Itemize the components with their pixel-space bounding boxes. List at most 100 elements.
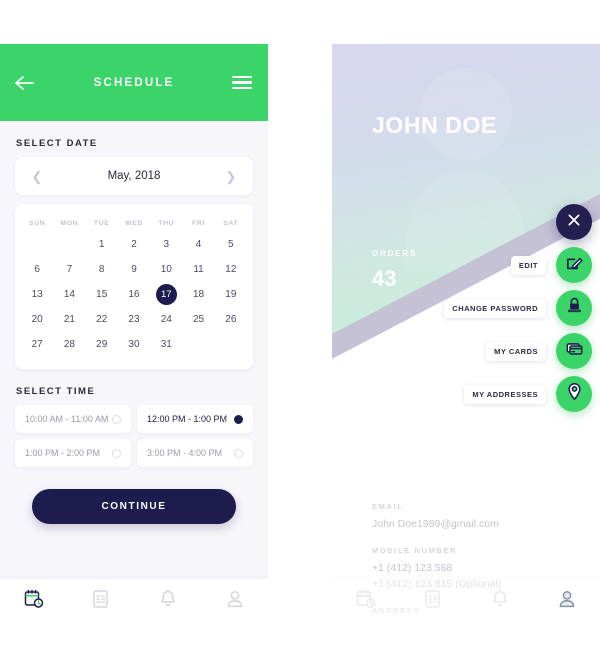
calendar-weekday-row: SUN MON TUE WED THU FRI SAT xyxy=(21,214,247,232)
calendar-day[interactable]: 12 xyxy=(215,257,247,282)
calendar-day[interactable]: 21 xyxy=(53,307,85,332)
calendar-day[interactable]: 15 xyxy=(86,282,118,307)
calendar-day[interactable]: 29 xyxy=(86,332,118,357)
chevron-left-icon[interactable]: ❮ xyxy=(31,170,43,183)
calendar-day[interactable]: 27 xyxy=(21,332,53,357)
field-label: MOBILE NUMBER xyxy=(372,546,457,555)
calendar-weekday: FRI xyxy=(192,219,206,227)
time-slot-option[interactable]: 3:00 PM - 4:00 PM xyxy=(137,439,253,467)
fab-label-change-password[interactable]: CHANGE PASSWORD xyxy=(444,298,546,318)
calendar-day[interactable]: 17 xyxy=(150,282,182,307)
calendar-day[interactable]: 31 xyxy=(150,332,182,357)
select-date-label: SELECT DATE xyxy=(16,138,98,149)
credit-card-icon xyxy=(565,339,584,363)
calendar: SUN MON TUE WED THU FRI SAT 1 2 3 4 5 6 7 8 9 10 11 12 13 1… xyxy=(15,204,253,369)
hamburger-icon[interactable] xyxy=(232,75,252,90)
time-slot-radio[interactable] xyxy=(234,448,243,458)
calendar-day[interactable]: 23 xyxy=(118,307,150,332)
calendar-day[interactable]: 26 xyxy=(215,307,247,332)
nav-item-person[interactable] xyxy=(533,589,600,614)
calendar-day[interactable]: 13 xyxy=(21,282,53,307)
field-value: +1 (412) 123 568 xyxy=(372,562,453,574)
time-slot-label: 12:00 PM - 1:00 PM xyxy=(147,414,228,424)
select-time-label: SELECT TIME xyxy=(16,386,96,397)
pencil-square-icon xyxy=(565,253,584,277)
time-slot-label: 1:00 PM - 2:00 PM xyxy=(25,448,101,458)
calendar-day[interactable]: 24 xyxy=(150,307,182,332)
bottom-nav xyxy=(0,579,268,623)
time-slot-radio[interactable] xyxy=(112,414,121,424)
app-header: SCHEDULE xyxy=(0,44,268,121)
calendar-day[interactable]: 11 xyxy=(182,257,214,282)
nav-item-calendar-clock[interactable] xyxy=(332,589,399,614)
calendar-day[interactable]: 14 xyxy=(53,282,85,307)
calendar-body: 1 2 3 4 5 6 7 8 9 10 11 12 13 14 15 16 17 18 19 20 21 22 23 24 2… xyxy=(21,232,247,357)
calendar-week-row: 20 21 22 23 24 25 26 xyxy=(21,307,247,332)
calendar-day[interactable]: 18 xyxy=(182,282,214,307)
bell-icon xyxy=(490,588,510,614)
fab-action-row: CHANGE PASSWORD xyxy=(444,290,592,326)
fab-button-my-cards[interactable] xyxy=(556,333,592,369)
fab-button-change-password[interactable] xyxy=(556,290,592,326)
schedule-screen: SCHEDULE SELECT DATE ❮ May, 2018 ❯ SUN MO… xyxy=(0,44,268,623)
calendar-day[interactable]: 6 xyxy=(21,257,53,282)
calendar-day[interactable]: 8 xyxy=(86,257,118,282)
calendar-day[interactable]: 19 xyxy=(215,282,247,307)
arrow-left-icon[interactable] xyxy=(14,73,36,93)
continue-button[interactable]: CONTINUE xyxy=(32,489,236,524)
calendar-clock-icon xyxy=(24,589,44,614)
calendar-day[interactable]: 5 xyxy=(215,232,247,257)
person-icon xyxy=(557,589,577,614)
month-selector: ❮ May, 2018 ❯ xyxy=(15,157,253,195)
time-slot-label: 10:00 AM - 11:00 AM xyxy=(25,414,109,424)
fab-label-my-cards[interactable]: MY CARDS xyxy=(486,341,546,361)
chevron-right-icon[interactable]: ❯ xyxy=(225,170,237,183)
time-slot-option[interactable]: 1:00 PM - 2:00 PM xyxy=(15,439,131,467)
time-slot-radio[interactable] xyxy=(112,448,121,458)
person-icon xyxy=(225,589,245,614)
close-x-icon xyxy=(567,213,581,232)
calendar-day[interactable]: 30 xyxy=(118,332,150,357)
calendar-day[interactable]: 1 xyxy=(86,232,118,257)
calendar-day[interactable]: 10 xyxy=(150,257,182,282)
page-title: SCHEDULE xyxy=(93,76,175,89)
fab-button-my-addresses[interactable] xyxy=(556,376,592,412)
time-slot-option[interactable]: 12:00 PM - 1:00 PM xyxy=(137,405,253,433)
nav-item-bell[interactable] xyxy=(134,588,201,614)
time-slot-radio[interactable] xyxy=(234,414,243,424)
lock-keypad-icon xyxy=(565,296,584,320)
calendar-day[interactable]: 28 xyxy=(53,332,85,357)
calendar-day[interactable]: 22 xyxy=(86,307,118,332)
calendar-weekday: THU xyxy=(158,219,175,227)
fab-button-edit[interactable] xyxy=(556,247,592,283)
calendar-day[interactable]: 7 xyxy=(53,257,85,282)
fab-action-row: MY CARDS xyxy=(486,333,592,369)
close-fab-button[interactable] xyxy=(556,204,592,240)
fab-label-edit[interactable]: EDIT xyxy=(510,255,546,275)
fab-label-my-addresses[interactable]: MY ADDRESSES xyxy=(464,384,546,404)
calendar-day[interactable]: 3 xyxy=(150,232,182,257)
calendar-day[interactable]: 2 xyxy=(118,232,150,257)
calendar-week-row: 12345 xyxy=(21,232,247,257)
calendar-day[interactable]: 20 xyxy=(21,307,53,332)
calendar-week-row: 6 7 8 9 10 11 12 xyxy=(21,257,247,282)
calendar-day[interactable]: 4 xyxy=(182,232,214,257)
calendar-day[interactable]: 9 xyxy=(118,257,150,282)
calendar-day-empty xyxy=(182,332,214,357)
bell-icon xyxy=(158,588,178,614)
calendar-weekday: SUN xyxy=(28,219,46,227)
calendar-day-selected[interactable]: 17 xyxy=(155,284,177,305)
nav-item-bell[interactable] xyxy=(466,588,533,614)
calendar-day-empty xyxy=(53,232,85,257)
nav-item-document-list[interactable] xyxy=(399,589,466,614)
calendar-day-empty xyxy=(21,232,53,257)
calendar-day[interactable]: 16 xyxy=(118,282,150,307)
time-slot-label: 3:00 PM - 4:00 PM xyxy=(147,448,223,458)
nav-item-person[interactable] xyxy=(201,589,268,614)
nav-item-calendar-clock[interactable] xyxy=(0,589,67,614)
calendar-day[interactable]: 25 xyxy=(182,307,214,332)
calendar-clock-icon xyxy=(356,589,376,614)
calendar-weekday: WED xyxy=(125,219,143,227)
nav-item-document-list[interactable] xyxy=(67,589,134,614)
time-slot-option[interactable]: 10:00 AM - 11:00 AM xyxy=(15,405,131,433)
